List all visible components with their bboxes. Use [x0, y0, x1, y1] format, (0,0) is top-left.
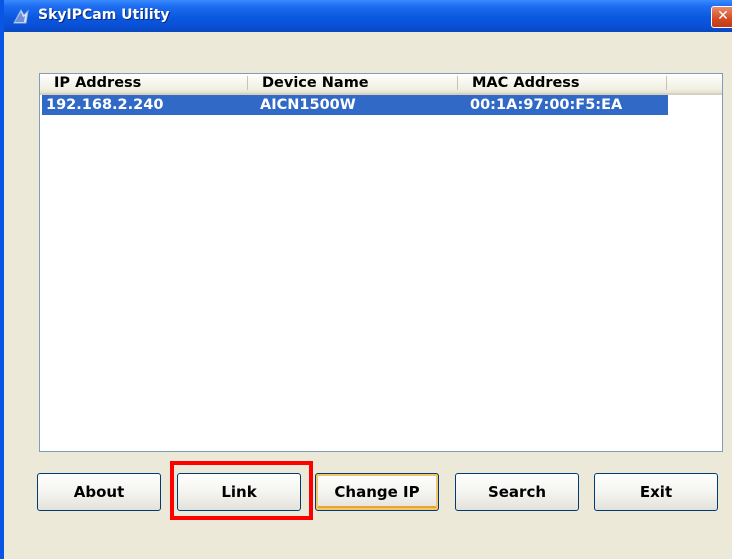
column-divider[interactable] [666, 76, 667, 90]
device-list[interactable]: IP Address Device Name MAC Address 192.1… [39, 73, 723, 452]
column-header-device-name[interactable]: Device Name [262, 74, 369, 93]
about-button[interactable]: About [37, 473, 161, 511]
cell-device-name: AICN1500W [260, 97, 356, 113]
cell-ip-address: 192.168.2.240 [46, 97, 164, 113]
title-bar[interactable]: SkyIPCam Utility ✕ [4, 0, 732, 32]
list-header: IP Address Device Name MAC Address [40, 74, 722, 95]
column-divider[interactable] [247, 76, 248, 90]
app-window: SkyIPCam Utility ✕ IP Address Device Nam… [0, 0, 732, 559]
app-icon [12, 7, 30, 25]
column-header-ip-address[interactable]: IP Address [54, 74, 141, 93]
exit-button[interactable]: Exit [594, 473, 718, 511]
column-divider[interactable] [457, 76, 458, 90]
column-header-mac-address[interactable]: MAC Address [472, 74, 580, 93]
close-button[interactable]: ✕ [711, 6, 732, 28]
window-title: SkyIPCam Utility [38, 7, 170, 23]
search-button[interactable]: Search [455, 473, 579, 511]
device-row-selected[interactable]: 192.168.2.240 AICN1500W 00:1A:97:00:F5:E… [42, 95, 668, 115]
change-ip-button[interactable]: Change IP [315, 473, 439, 511]
cell-mac-address: 00:1A:97:00:F5:EA [470, 97, 623, 113]
close-icon: ✕ [717, 8, 729, 24]
link-button[interactable]: Link [177, 473, 301, 511]
